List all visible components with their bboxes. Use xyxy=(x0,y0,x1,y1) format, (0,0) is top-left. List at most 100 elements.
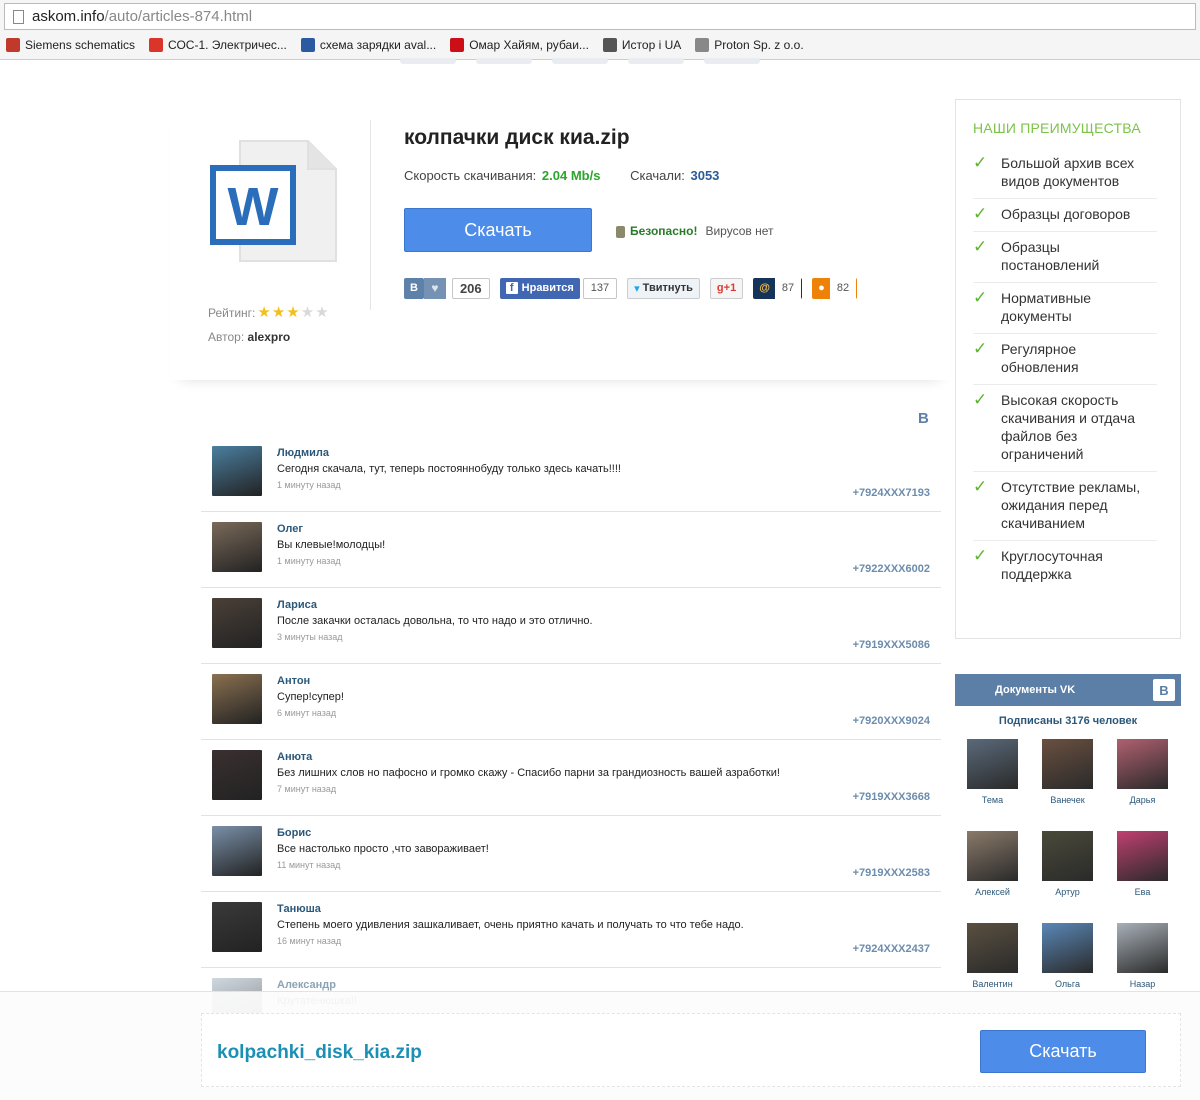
comment-item: Борис Все настолько просто ,что заворажив… xyxy=(201,816,941,892)
comment-time: 1 минуту назад xyxy=(277,480,341,490)
heart-icon: ♥ xyxy=(423,277,446,299)
vk-like-button[interactable]: B ♥ 206 xyxy=(404,277,490,299)
checkmark-icon: ✓ xyxy=(973,390,988,409)
vk-comments-logo[interactable]: B xyxy=(918,410,929,427)
google-plus-button[interactable]: g +1 xyxy=(709,277,744,299)
vk-member-avatar xyxy=(1117,923,1168,973)
lock-icon xyxy=(616,226,625,238)
comments-list: Людмила Сегодня скачала, тут, теперь пост… xyxy=(201,436,941,1044)
commenter-phone: +7924XXX2437 xyxy=(852,943,930,955)
vk-member[interactable]: Алексей xyxy=(967,831,1018,923)
comment-time: 11 минут назад xyxy=(277,860,341,870)
commenter-name[interactable]: Анюта xyxy=(277,751,312,763)
advantage-text: Высокая скорость скачивания и отдача фай… xyxy=(1001,392,1135,462)
bookmark-item[interactable]: Siemens schematics xyxy=(6,38,135,52)
bookmark-label: схема зарядки aval... xyxy=(319,38,437,52)
comment-text: Супер!супер! xyxy=(277,691,344,703)
bookmark-item[interactable]: СОС-1. Электричес... xyxy=(149,38,287,52)
google-plus-text: +1 xyxy=(723,282,737,294)
vk-member-name: Назар xyxy=(1129,979,1156,989)
vk-member-avatar xyxy=(1117,739,1168,789)
checkmark-icon: ✓ xyxy=(973,204,988,223)
search-engines-strip xyxy=(400,58,760,66)
facebook-like-label: f Нравится xyxy=(499,277,580,299)
vk-member[interactable]: Тема xyxy=(967,739,1018,831)
advantages-list: ✓ Большой архив всех видов документов ✓ Обр… xyxy=(973,148,1157,591)
vk-member[interactable]: Артур xyxy=(1042,831,1093,923)
vk-member-avatar xyxy=(967,923,1018,973)
tweet-button[interactable]: ▾ Твитнуть xyxy=(627,277,700,299)
commenter-avatar[interactable] xyxy=(212,750,262,800)
bookmark-item[interactable]: Proton Sp. z o.o. xyxy=(695,38,804,52)
commenter-name[interactable]: Борис xyxy=(277,827,311,839)
author: Автор: alexpro xyxy=(208,330,290,344)
vk-member[interactable]: Ева xyxy=(1117,831,1168,923)
bookmark-label: Истор і UA xyxy=(621,38,682,52)
speed-label: Скорость скачивания: xyxy=(404,168,537,183)
author-label: Автор: xyxy=(208,330,245,344)
vk-member-name: Тема xyxy=(981,795,1004,805)
commenter-name[interactable]: Олег xyxy=(277,523,303,535)
sticky-download-button[interactable]: Скачать xyxy=(980,1030,1146,1073)
commenter-avatar[interactable] xyxy=(212,902,262,952)
star-icon[interactable]: ★ xyxy=(301,305,314,320)
commenter-name[interactable]: Людмила xyxy=(277,447,329,459)
advantage-item: ✓ Большой архив всех видов документов xyxy=(973,148,1157,199)
commenter-name[interactable]: Александр xyxy=(277,979,336,991)
star-icon[interactable]: ★ xyxy=(257,305,270,320)
comment-text: Сегодня скачала, тут, теперь постояннобу… xyxy=(277,463,621,475)
commenter-phone: +7920XXX9024 xyxy=(852,715,930,727)
virus-label: Вирусов нет xyxy=(705,224,774,238)
advantage-item: ✓ Образцы договоров xyxy=(973,199,1157,232)
rating: Рейтинг: ★ ★ ★ ★ ★ xyxy=(208,305,330,320)
star-icon[interactable]: ★ xyxy=(286,305,299,320)
social-buttons: B ♥ 206 f Нравится 137 ▾ Твитнуть g +1 @ 87… xyxy=(404,277,867,299)
vk-subscribers[interactable]: Подписаны 3176 человек xyxy=(955,715,1181,727)
comment-time: 7 минут назад xyxy=(277,784,337,794)
advantage-text: Нормативные документы xyxy=(1001,290,1092,324)
commenter-phone: +7919XXX2583 xyxy=(852,867,930,879)
svg-text:W: W xyxy=(228,177,279,237)
vk-widget-header[interactable]: Документы VK B xyxy=(955,674,1181,706)
address-bar[interactable]: askom.info /auto/articles-874.html xyxy=(4,3,1196,30)
comment-item: Людмила Сегодня скачала, тут, теперь пост… xyxy=(201,436,941,512)
bookmark-item[interactable]: Омар Хайям, рубаи... xyxy=(450,38,589,52)
commenter-avatar[interactable] xyxy=(212,522,262,572)
tweet-text: Твитнуть xyxy=(642,282,693,294)
commenter-phone: +7919XXX3668 xyxy=(852,791,930,803)
word-document-icon: W xyxy=(210,140,337,262)
star-icon[interactable]: ★ xyxy=(272,305,285,320)
commenter-name[interactable]: Лариса xyxy=(277,599,317,611)
download-button[interactable]: Скачать xyxy=(404,208,592,252)
vk-member-avatar xyxy=(1117,831,1168,881)
commenter-avatar[interactable] xyxy=(212,826,262,876)
mailru-button[interactable]: @ 87 xyxy=(753,277,803,299)
comment-time: 1 минуту назад xyxy=(277,556,341,566)
comment-text: Все настолько просто ,что завораживает! xyxy=(277,843,489,855)
odnoklassniki-button[interactable]: ● 82 xyxy=(812,277,858,299)
sticky-download-box: kolpachki_disk_kia.zip Скачать xyxy=(201,1013,1181,1087)
rating-stars[interactable]: ★ ★ ★ ★ ★ xyxy=(257,305,329,320)
commenter-name[interactable]: Танюша xyxy=(277,903,321,915)
commenter-avatar[interactable] xyxy=(212,674,262,724)
browser-chrome: askom.info /auto/articles-874.html Sieme… xyxy=(0,0,1200,60)
commenter-name[interactable]: Антон xyxy=(277,675,310,687)
advantage-item: ✓ Круглосуточная поддержка xyxy=(973,541,1157,591)
commenter-avatar[interactable] xyxy=(212,446,262,496)
vk-member[interactable]: Ванечек xyxy=(1042,739,1093,831)
mailru-count: 87 xyxy=(774,277,802,299)
bookmark-item[interactable]: схема зарядки aval... xyxy=(300,38,437,52)
author-name: alexpro xyxy=(247,330,291,344)
bookmark-label: СОС-1. Электричес... xyxy=(168,38,287,52)
facebook-like-count: 137 xyxy=(582,277,618,299)
commenter-avatar[interactable] xyxy=(212,598,262,648)
star-icon[interactable]: ★ xyxy=(315,305,328,320)
google-plus-label: g +1 xyxy=(709,277,744,299)
vk-member[interactable]: Дарья xyxy=(1117,739,1168,831)
rating-label: Рейтинг: xyxy=(208,305,256,320)
facebook-like-button[interactable]: f Нравится 137 xyxy=(499,277,618,299)
bookmark-item[interactable]: Истор і UA xyxy=(602,38,682,52)
comment-item: Олег Вы клевые!молодцы! 1 минуту назад +792… xyxy=(201,512,941,588)
tweet-label: ▾ Твитнуть xyxy=(627,277,700,299)
floppy-icon xyxy=(300,38,315,52)
